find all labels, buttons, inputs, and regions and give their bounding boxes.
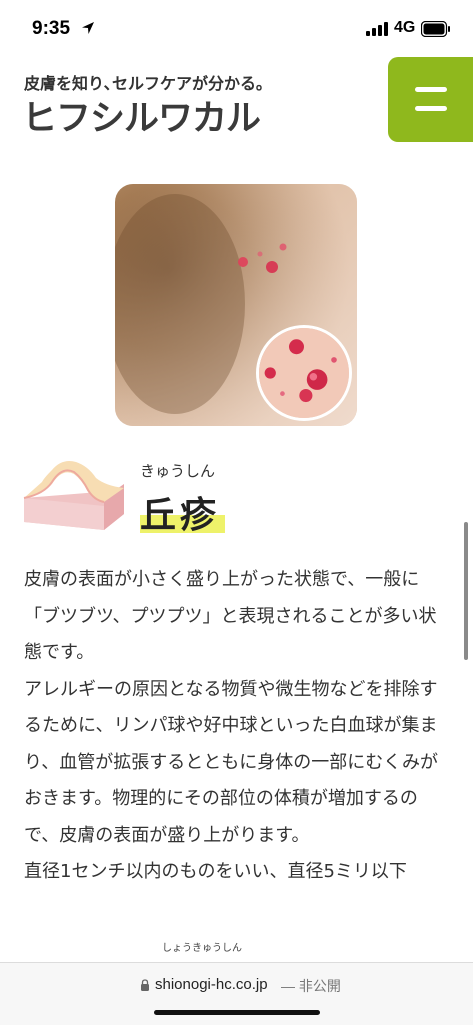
battery-icon — [421, 21, 450, 37]
term-reading: きゅうしん — [140, 462, 216, 480]
term-description: 皮膚の表面が小さく盛り上がった状態で、一般に「ブツブツ、プツプツ」と表現されるこ… — [24, 562, 444, 891]
skin-cross-section-illustration — [23, 461, 124, 530]
description-paragraph: アレルギーの原因となる物質や微生物などを排除するために、リンパ球や好中球といった… — [24, 678, 438, 846]
url-text[interactable]: shionogi-hc.co.jp — [155, 976, 268, 993]
hamburger-icon-line — [415, 106, 447, 111]
lock-icon — [141, 979, 149, 991]
network-type: 4G — [394, 19, 416, 36]
site-logo[interactable]: ヒフシルワカル — [22, 90, 261, 141]
browser-address-bar[interactable]: shionogi-hc.co.jp — 非公開 — [0, 962, 473, 1025]
scrollbar[interactable] — [464, 522, 468, 660]
hamburger-icon — [415, 87, 447, 92]
home-indicator[interactable] — [154, 1010, 320, 1015]
cellular-signal-icon — [366, 22, 388, 36]
private-label: — 非公開 — [281, 978, 341, 994]
rash-closeup-photo — [256, 325, 352, 421]
description-paragraph: 直径1センチ以内のものをいい、直径5ミリ以下 — [24, 861, 407, 882]
description-paragraph: 皮膚の表面が小さく盛り上がった状態で、一般に「ブツブツ、プツプツ」と表現されるこ… — [24, 569, 437, 663]
status-time: 9:35 — [32, 18, 71, 39]
ruby-annotation: しょうきゅうしん — [162, 943, 242, 954]
term-title: 丘疹 — [140, 494, 221, 536]
menu-button[interactable] — [388, 57, 473, 142]
location-arrow-icon — [82, 22, 94, 34]
term-title-wrap: 丘疹 — [140, 486, 225, 538]
status-bar: 9:35 4G — [0, 0, 473, 56]
